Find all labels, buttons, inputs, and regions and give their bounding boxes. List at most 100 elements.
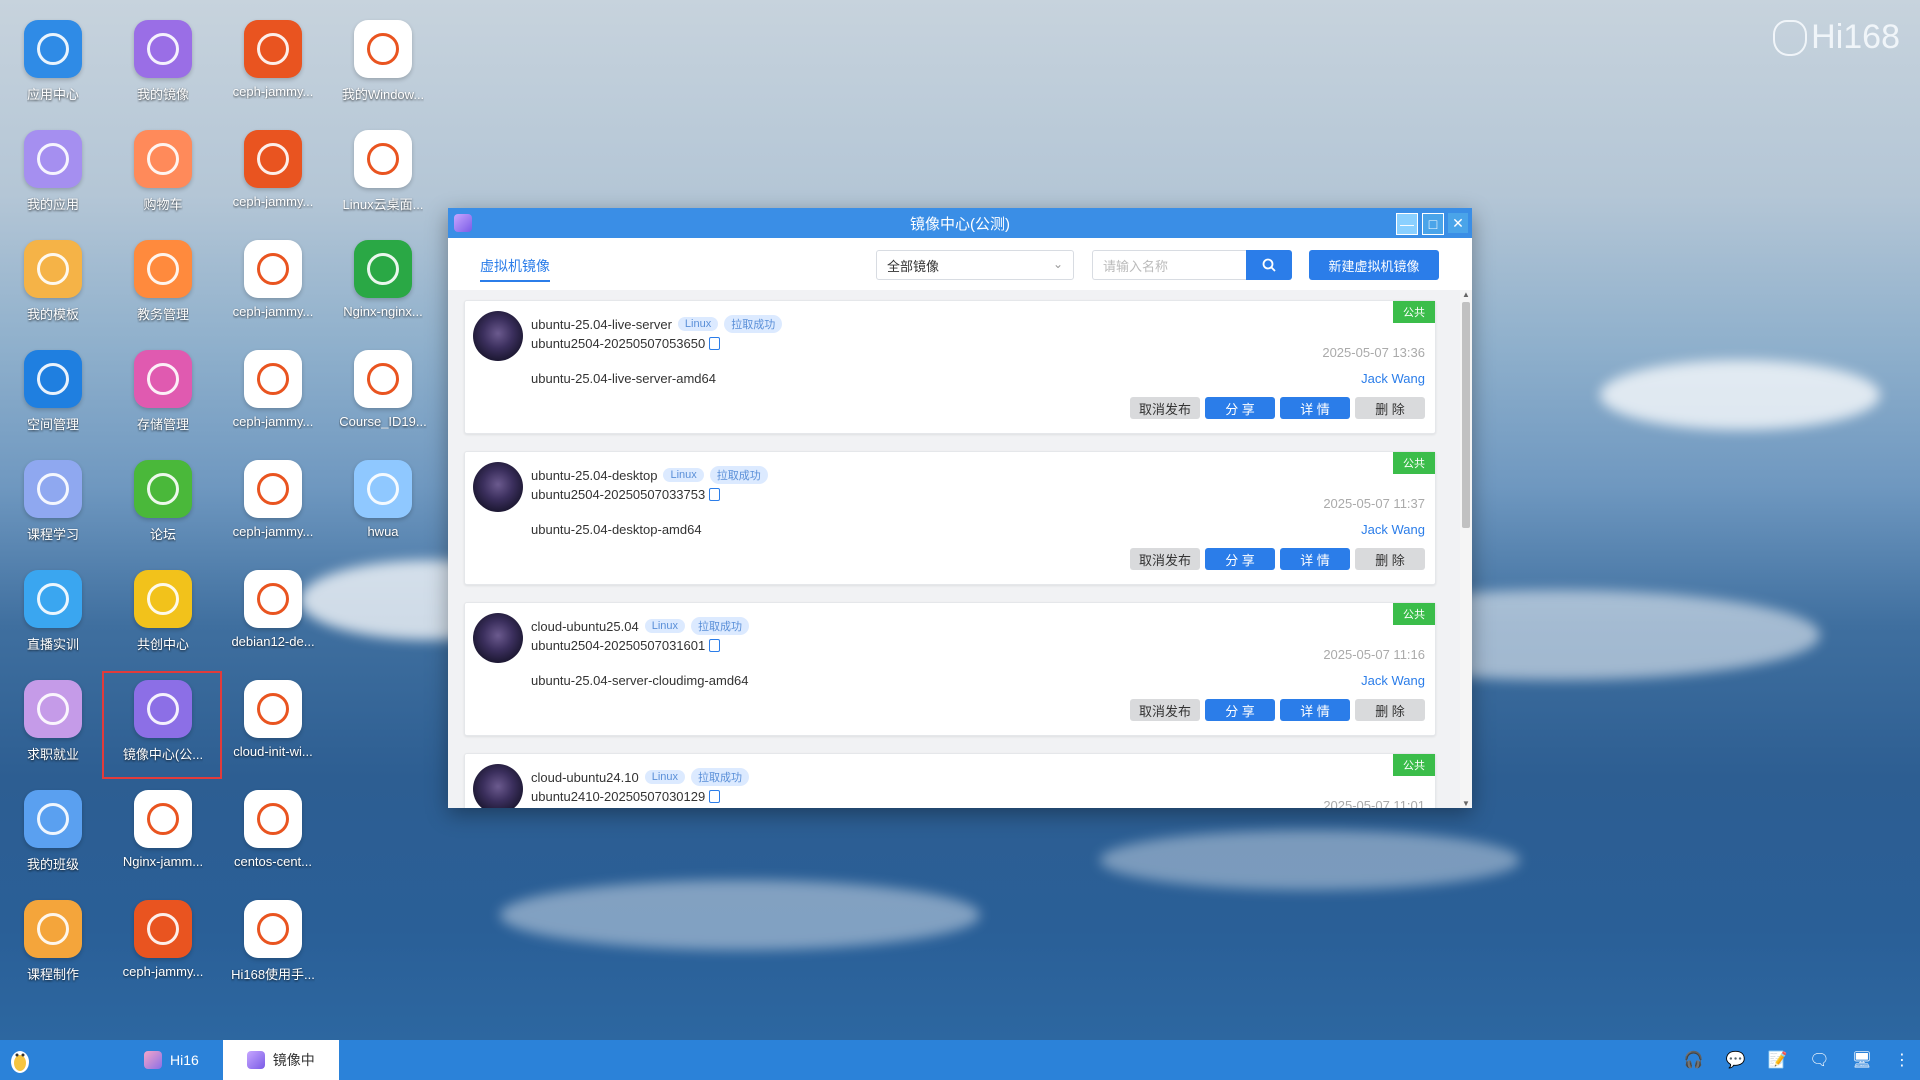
share-button[interactable]: 分 享 <box>1205 699 1275 721</box>
desktop-icon-label: centos-cent... <box>233 854 313 869</box>
brand-logo: Hi168 <box>1773 18 1900 57</box>
detail-button[interactable]: 详 情 <box>1280 699 1350 721</box>
desktop-icon[interactable]: 教务管理 <box>111 220 215 324</box>
image-avatar <box>473 462 523 512</box>
card-actions: 取消发布 分 享 详 情 删 除 <box>1130 699 1425 721</box>
taskbar-item[interactable]: 镜像中 <box>222 1040 339 1080</box>
taskbar-item-label: 镜像中 <box>272 1052 315 1068</box>
ubuntu-icon <box>134 900 192 958</box>
desktop-icon[interactable]: ceph-jammy... <box>221 220 325 324</box>
desktop-icon[interactable]: centos-cent... <box>221 770 325 874</box>
close-button[interactable]: ✕ <box>1448 213 1468 233</box>
detail-button[interactable]: 详 情 <box>1280 548 1350 570</box>
unpublish-button[interactable]: 取消发布 <box>1130 397 1200 419</box>
taskbar-item[interactable]: Hi16 <box>120 1040 223 1080</box>
image-id: ubuntu2504-20250507033753 <box>531 487 706 502</box>
desktop-icon[interactable]: 我的模板 <box>1 220 105 324</box>
public-badge: 公共 <box>1393 301 1435 323</box>
desktop-icon[interactable]: Linux云桌面... <box>331 110 435 214</box>
desktop-icon-label: 求职就业 <box>26 747 79 762</box>
image-name-row: ubuntu-25.04-live-server Linux 拉取成功 <box>531 315 783 333</box>
search-button[interactable] <box>1246 250 1292 280</box>
message-icon[interactable]: 🗨 <box>1809 1050 1829 1070</box>
image-owner[interactable]: Jack Wang <box>1361 371 1425 386</box>
debian-icon <box>244 570 302 628</box>
desktop-icon[interactable]: 应用中心 <box>1 0 105 104</box>
detail-button[interactable]: 详 情 <box>1280 397 1350 419</box>
status-tag: 拉取成功 <box>691 768 749 786</box>
system-tray: 🎧 💬 📝 🗨 🖥 ⋮ <box>1684 1040 1910 1080</box>
image-filter-select[interactable]: 全部镜像 ⌄ <box>876 250 1074 280</box>
desktop-icon[interactable]: Course_ID19... <box>331 330 435 434</box>
desktop-icon[interactable]: ceph-jammy... <box>221 330 325 434</box>
wechat-icon[interactable]: 💬 <box>1726 1050 1746 1070</box>
desktop-icon[interactable]: ceph-jammy... <box>221 0 325 104</box>
image-owner[interactable]: Jack Wang <box>1361 522 1425 537</box>
image-date: 2025-05-07 11:01 <box>1323 798 1425 808</box>
headset-icon[interactable]: 🎧 <box>1684 1050 1704 1070</box>
desktop-icon-label: 空间管理 <box>26 417 79 432</box>
desktop-icon[interactable]: Nginx-jamm... <box>111 770 215 874</box>
manual-icon <box>244 900 302 958</box>
delete-button[interactable]: 删 除 <box>1355 397 1425 419</box>
desktop-icon[interactable]: cloud-init-wi... <box>221 660 325 764</box>
maximize-button[interactable]: □ <box>1422 213 1444 235</box>
desktop-icon[interactable]: 空间管理 <box>1 330 105 434</box>
desktop-icon[interactable]: 我的Window... <box>331 0 435 104</box>
window-titlebar[interactable]: 镜像中心(公测) — □ ✕ <box>448 208 1472 238</box>
desktop-icon[interactable]: ceph-jammy... <box>221 110 325 214</box>
minimize-button[interactable]: — <box>1396 213 1418 235</box>
desktop-icon[interactable]: debian12-de... <box>221 550 325 654</box>
image-name: ubuntu-25.04-desktop <box>531 467 658 483</box>
scroll-down-icon[interactable]: ▼ <box>1460 799 1472 808</box>
desktop-icon[interactable]: Hi168使用手... <box>221 880 325 984</box>
desktop-icon[interactable]: 求职就业 <box>1 660 105 764</box>
desktop-icon[interactable]: ceph-jammy... <box>111 880 215 984</box>
desktop-icon[interactable]: 共创中心 <box>111 550 215 654</box>
os-tag: Linux <box>663 468 704 482</box>
tab-vm-images[interactable]: 虚拟机镜像 <box>480 256 550 282</box>
delete-button[interactable]: 删 除 <box>1355 699 1425 721</box>
desktop-icon-label: 我的应用 <box>26 197 79 212</box>
share-button[interactable]: 分 享 <box>1205 397 1275 419</box>
unpublish-button[interactable]: 取消发布 <box>1130 548 1200 570</box>
copy-icon[interactable] <box>709 639 721 652</box>
desktop-icon[interactable]: 课程学习 <box>1 440 105 544</box>
copy-icon[interactable] <box>709 488 721 501</box>
desktop-icon[interactable]: 我的班级 <box>1 770 105 874</box>
more-icon[interactable]: ⋮ <box>1894 1050 1910 1070</box>
scroll-up-icon[interactable]: ▲ <box>1460 290 1472 299</box>
desktop-icon[interactable]: hwua <box>331 440 435 544</box>
card-actions: 取消发布 分 享 详 情 删 除 <box>1130 548 1425 570</box>
selection-highlight <box>102 671 222 779</box>
monitor-icon[interactable]: 🖥 <box>1852 1050 1872 1070</box>
scrollbar-thumb[interactable] <box>1462 302 1470 528</box>
share-button[interactable]: 分 享 <box>1205 548 1275 570</box>
desktop-icon[interactable]: Nginx-nginx... <box>331 220 435 324</box>
unpublish-button[interactable]: 取消发布 <box>1130 699 1200 721</box>
image-id: ubuntu2504-20250507053650 <box>531 336 706 351</box>
desktop-icon[interactable]: ceph-jammy... <box>221 440 325 544</box>
desktop-icon[interactable]: 课程制作 <box>1 880 105 984</box>
desktop-icon[interactable]: 我的镜像 <box>111 0 215 104</box>
desktop-icon[interactable]: 我的应用 <box>1 110 105 214</box>
copy-icon[interactable] <box>709 337 721 350</box>
desktop-icon[interactable]: 直播实训 <box>1 550 105 654</box>
new-vm-image-button[interactable]: 新建虚拟机镜像 <box>1309 250 1439 280</box>
desktop-icon[interactable]: 购物车 <box>111 110 215 214</box>
image-center-window: 镜像中心(公测) — □ ✕ 虚拟机镜像 全部镜像 ⌄ 请输入名称 新建虚拟机镜… <box>448 208 1472 808</box>
search-input[interactable]: 请输入名称 <box>1092 250 1246 280</box>
card-actions: 取消发布 分 享 详 情 删 除 <box>1130 397 1425 419</box>
delete-button[interactable]: 删 除 <box>1355 548 1425 570</box>
windows-icon <box>354 20 412 78</box>
desktop-icon[interactable]: 存储管理 <box>111 330 215 434</box>
copy-icon[interactable] <box>709 790 721 803</box>
hwua-icon <box>354 460 412 518</box>
image-owner[interactable]: Jack Wang <box>1361 673 1425 688</box>
scrollbar[interactable]: ▲ ▼ <box>1460 290 1472 808</box>
my-apps-icon <box>24 130 82 188</box>
desktop-icon[interactable]: 论坛 <box>111 440 215 544</box>
start-button[interactable] <box>0 1040 40 1080</box>
notes-icon[interactable]: 📝 <box>1767 1050 1787 1070</box>
ceph-icon <box>244 240 302 298</box>
